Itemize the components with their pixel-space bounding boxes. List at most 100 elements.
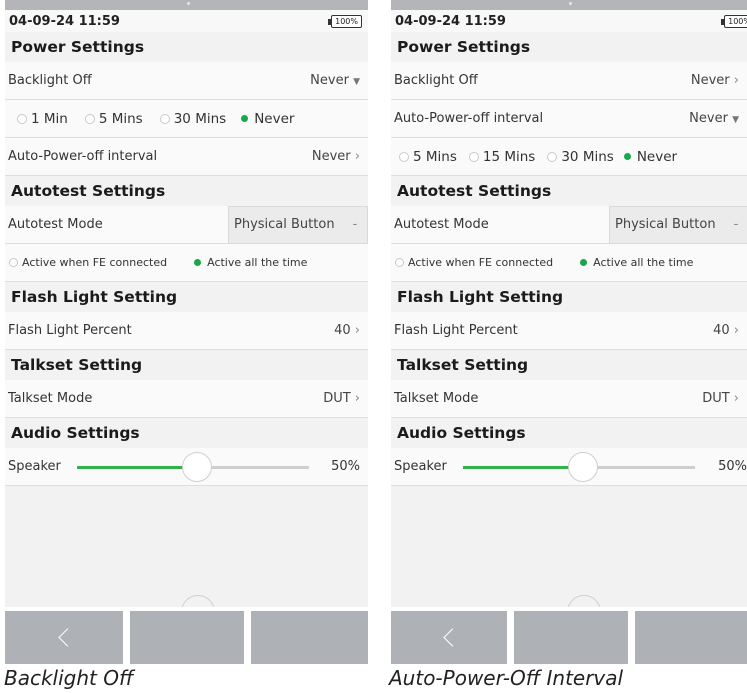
caret-down-icon: ▼ <box>353 77 360 87</box>
backlight-off-label: Backlight Off <box>394 73 478 88</box>
radio-label: Active when FE connected <box>408 256 554 269</box>
caption-right: Auto-Power-Off Interval <box>389 666 624 690</box>
radio-label: 5 Mins <box>413 148 457 165</box>
top-bar <box>5 0 368 10</box>
autotest-mode-value: Physical Button <box>234 217 335 232</box>
chevron-right-icon: › <box>733 73 739 88</box>
autotest-settings-header: Autotest Settings <box>391 176 747 206</box>
flash-light-row[interactable]: Flash Light Percent 40 › <box>5 312 368 350</box>
radio-active-when-fe[interactable]: Active when FE connected <box>395 256 553 269</box>
radio-never[interactable]: Never <box>241 111 294 127</box>
radio-active-all-time[interactable]: Active all the time <box>580 256 693 269</box>
chevron-right-icon: › <box>354 323 360 338</box>
battery-icon: 100% <box>721 14 747 28</box>
radio-active-when-fe[interactable]: Active when FE connected <box>9 256 167 269</box>
radio-label: 15 Mins <box>482 148 536 165</box>
auto-power-off-label: Auto-Power-off interval <box>8 149 158 164</box>
autotest-options: Active when FE connected Active all the … <box>391 244 747 282</box>
autotest-mode-row: Autotest Mode Physical Button - <box>5 205 368 244</box>
backlight-off-row[interactable]: Backlight Off Never › <box>391 62 747 100</box>
autotest-mode-label: Autotest Mode <box>394 217 489 232</box>
radio-never[interactable]: Never <box>623 148 678 165</box>
auto-power-off-value: Never <box>689 111 728 126</box>
auto-power-off-label: Auto-Power-off interval <box>394 111 544 126</box>
speaker-row: Speaker 50% <box>5 448 368 486</box>
back-button[interactable] <box>391 611 507 664</box>
radio-active-all-time[interactable]: Active all the time <box>194 256 307 269</box>
caption-left: Backlight Off <box>4 666 134 690</box>
chevron-right-icon: › <box>354 149 360 164</box>
radio-30-mins[interactable]: 30 Mins <box>547 148 614 165</box>
auto-power-off-options: 5 Mins 15 Mins 30 Mins Never <box>391 138 747 176</box>
autotest-mode-row: Autotest Mode Physical Button - <box>391 205 747 244</box>
chevron-left-icon <box>442 628 462 647</box>
radio-label: 5 Mins <box>98 110 143 127</box>
auto-power-off-row[interactable]: Auto-Power-off interval Never › <box>5 138 368 176</box>
speaker-slider-knob[interactable] <box>568 452 598 482</box>
status-datetime: 04-09-24 11:59 <box>9 13 120 29</box>
chevron-right-icon: › <box>733 391 739 406</box>
status-datetime: 04-09-24 11:59 <box>395 13 506 29</box>
talkset-row[interactable]: Talkset Mode DUT › <box>391 380 747 418</box>
radio-30-mins[interactable]: 30 Mins <box>159 110 227 127</box>
backlight-off-value: Never <box>690 73 730 88</box>
radio-1-min[interactable]: 1 Min <box>17 111 68 127</box>
radio-label: Active when FE connected <box>22 256 168 269</box>
speaker-slider-knob[interactable] <box>182 452 212 482</box>
talkset-value: DUT <box>702 391 730 406</box>
autotest-mode-value: Physical Button <box>615 217 716 232</box>
back-button[interactable] <box>5 611 123 664</box>
flash-light-row[interactable]: Flash Light Percent 40 › <box>391 312 747 350</box>
radio-label: Active all the time <box>593 256 694 269</box>
talkset-value: DUT <box>323 391 351 406</box>
auto-power-off-row[interactable]: Auto-Power-off interval Never ▼ <box>391 100 747 138</box>
flash-light-label: Flash Light Percent <box>394 323 518 338</box>
status-bar: 04-09-24 11:59 100% <box>391 10 747 32</box>
speaker-label: Speaker <box>394 459 447 474</box>
talkset-header: Talkset Setting <box>391 350 747 380</box>
bottom-bar <box>5 607 368 664</box>
radio-label: 30 Mins <box>561 148 614 165</box>
flash-light-header: Flash Light Setting <box>5 282 368 312</box>
radio-15-mins[interactable]: 15 Mins <box>468 148 536 165</box>
power-settings-header: Power Settings <box>391 32 747 62</box>
radio-label: 1 Min <box>31 110 68 127</box>
bottom-button-3[interactable] <box>251 611 368 664</box>
radio-label: Never <box>254 110 295 127</box>
bottom-button-2[interactable] <box>130 611 244 664</box>
radio-label: Never <box>636 148 678 165</box>
flash-light-value: 40 <box>713 323 730 338</box>
dropdown-dash-icon: - <box>733 217 739 232</box>
radio-5-mins[interactable]: 5 Mins <box>84 110 143 127</box>
radio-label: Active all the time <box>207 256 308 269</box>
speaker-row: Speaker 50% <box>391 448 747 486</box>
backlight-options: 1 Min 5 Mins 30 Mins Never <box>5 100 368 138</box>
power-settings-header: Power Settings <box>5 32 368 62</box>
talkset-label: Talkset Mode <box>8 391 93 406</box>
flash-light-header: Flash Light Setting <box>391 282 747 312</box>
bottom-button-2[interactable] <box>514 611 628 664</box>
audio-settings-header: Audio Settings <box>391 418 747 448</box>
chevron-left-icon <box>57 628 77 647</box>
flash-light-value: 40 <box>334 323 351 338</box>
dropdown-dash-icon: - <box>352 217 358 232</box>
backlight-off-label: Backlight Off <box>8 73 92 88</box>
autotest-mode-dropdown[interactable]: Physical Button - <box>609 205 747 244</box>
radio-label: 30 Mins <box>173 110 227 127</box>
autotest-options: Active when FE connected Active all the … <box>5 244 368 282</box>
backlight-off-row[interactable]: Backlight Off Never ▼ <box>5 62 368 100</box>
autotest-mode-dropdown[interactable]: Physical Button - <box>228 205 368 244</box>
autotest-mode-label: Autotest Mode <box>8 217 103 232</box>
audio-settings-header: Audio Settings <box>5 418 368 448</box>
flash-light-label: Flash Light Percent <box>8 323 132 338</box>
bottom-bar <box>391 607 747 664</box>
left-screen: 04-09-24 11:59 100% Power Settings Backl… <box>5 0 368 664</box>
bottom-button-3[interactable] <box>635 611 747 664</box>
speaker-label: Speaker <box>8 459 61 474</box>
chevron-right-icon: › <box>733 323 739 338</box>
talkset-header: Talkset Setting <box>5 350 368 380</box>
speaker-value: 50% <box>718 459 747 474</box>
talkset-row[interactable]: Talkset Mode DUT › <box>5 380 368 418</box>
radio-5-mins[interactable]: 5 Mins <box>399 149 457 165</box>
chevron-right-icon: › <box>354 391 360 406</box>
